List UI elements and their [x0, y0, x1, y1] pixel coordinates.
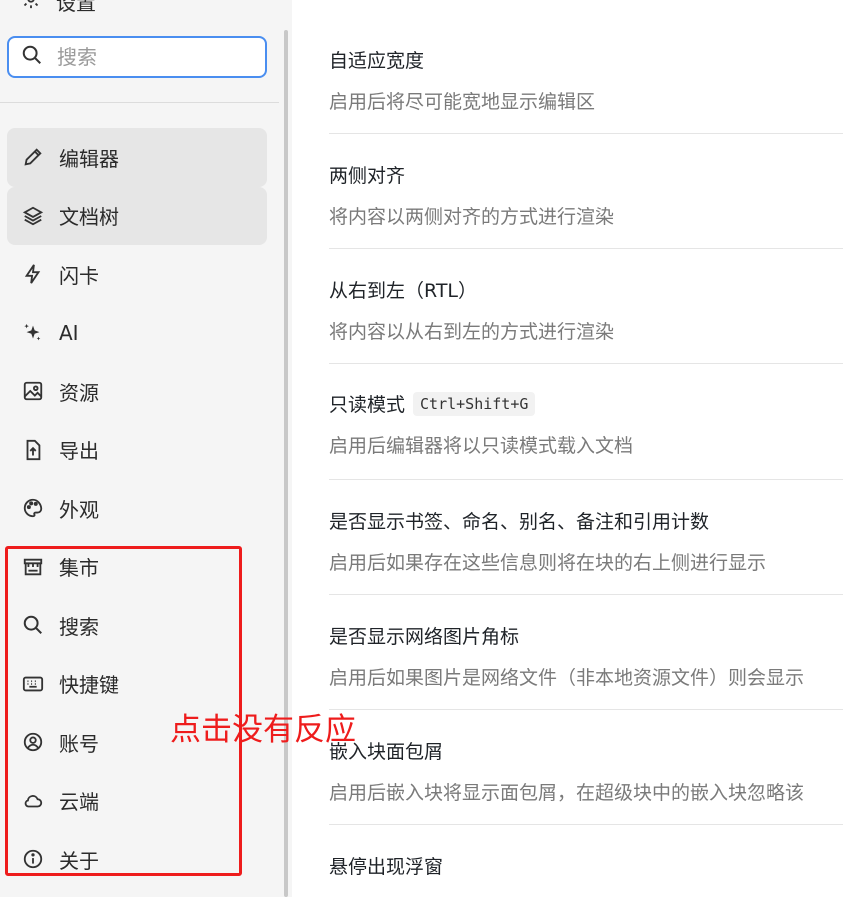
sidebar-item-export[interactable]: 导出 [7, 421, 267, 480]
sidebar-item-label: 闪卡 [59, 263, 99, 288]
sparkle-icon [21, 321, 45, 345]
setting-divider [329, 594, 843, 595]
sidebar-item-label: 快捷键 [59, 673, 119, 698]
pencil-icon [21, 145, 45, 169]
sidebar-item-editor[interactable]: 编辑器 [7, 128, 267, 187]
layers-icon [21, 204, 45, 228]
account-icon [21, 730, 45, 754]
setting-divider [329, 133, 843, 134]
setting-show-bookmark[interactable]: 是否显示书签、命名、别名、备注和引用计数 启用后如果存在这些信息则将在块的右上侧… [329, 507, 843, 595]
setting-readonly[interactable]: 只读模式 Ctrl+Shift+G 启用后编辑器将以只读模式载入文档 [329, 390, 843, 480]
sidebar-item-label: 集市 [59, 556, 99, 581]
sidebar-item-filetree[interactable]: 文档树 [7, 186, 267, 245]
setting-title: 只读模式 Ctrl+Shift+G [329, 390, 843, 417]
setting-network-image-badge[interactable]: 是否显示网络图片角标 启用后如果图片是网络文件（非本地资源文件）则会显示 [329, 622, 843, 710]
sidebar-scrollbar[interactable] [284, 30, 288, 897]
setting-description: 启用后嵌入块将显示面包屑，在超级块中的嵌入块忽略该 [329, 782, 805, 804]
settings-header-label: 设置 [56, 0, 96, 15]
search-input[interactable] [57, 45, 237, 69]
settings-content: 自适应宽度 启用后将尽可能宽地显示编辑区 两侧对齐 将内容以两侧对齐的方式进行渲… [329, 0, 843, 897]
gear-icon [20, 0, 42, 15]
setting-title: 嵌入块面包屑 [329, 741, 444, 763]
shortcut-badge: Ctrl+Shift+G [413, 391, 536, 416]
setting-divider [329, 479, 843, 480]
setting-justify[interactable]: 两侧对齐 将内容以两侧对齐的方式进行渲染 [329, 161, 843, 249]
keyboard-icon [21, 672, 45, 696]
setting-description: 启用后如果存在这些信息则将在块的右上侧进行显示 [329, 552, 767, 574]
settings-sidebar: 设置 编辑器 文档树 闪卡 [0, 0, 292, 897]
search-icon [21, 44, 43, 70]
setting-title: 自适应宽度 [329, 50, 425, 72]
image-icon [21, 379, 45, 403]
info-icon [21, 847, 45, 871]
sidebar-item-label: 外观 [59, 497, 99, 522]
palette-icon [21, 496, 45, 520]
sidebar-item-cloud[interactable]: 云端 [7, 772, 267, 831]
sidebar-item-label: 导出 [59, 439, 99, 464]
sidebar-item-appearance[interactable]: 外观 [7, 479, 267, 538]
setting-adaptive-width[interactable]: 自适应宽度 启用后将尽可能宽地显示编辑区 [329, 46, 843, 134]
sidebar-item-about[interactable]: 关于 [7, 830, 267, 889]
sidebar-item-ai[interactable]: AI [7, 304, 267, 363]
settings-nav: 编辑器 文档树 闪卡 AI 资源 导出 外观 集市 搜索 快捷键 账号 云端 关… [7, 128, 267, 889]
cloud-icon [21, 789, 45, 813]
sidebar-item-assets[interactable]: 资源 [7, 362, 267, 421]
setting-description: 将内容以从右到左的方式进行渲染 [329, 321, 615, 343]
setting-hover-popover[interactable]: 悬停出现浮窗 [329, 852, 843, 879]
sidebar-item-label: AI [59, 320, 79, 345]
setting-description: 启用后将尽可能宽地显示编辑区 [329, 91, 596, 113]
store-icon [21, 555, 45, 579]
setting-title: 是否显示网络图片角标 [329, 626, 520, 648]
search-field[interactable] [7, 36, 267, 78]
setting-divider [329, 363, 843, 364]
sidebar-divider [0, 102, 279, 103]
sidebar-item-label: 编辑器 [59, 146, 119, 171]
setting-divider [329, 824, 843, 825]
search-icon [21, 613, 45, 637]
sidebar-item-search[interactable]: 搜索 [7, 596, 267, 655]
setting-divider [329, 709, 843, 710]
sidebar-item-flashcard[interactable]: 闪卡 [7, 245, 267, 304]
setting-embed-breadcrumb[interactable]: 嵌入块面包屑 启用后嵌入块将显示面包屑，在超级块中的嵌入块忽略该 [329, 737, 843, 825]
setting-rtl[interactable]: 从右到左（RTL） 将内容以从右到左的方式进行渲染 [329, 276, 843, 364]
export-icon [21, 438, 45, 462]
setting-description: 将内容以两侧对齐的方式进行渲染 [329, 206, 615, 228]
sidebar-item-label: 关于 [59, 848, 99, 873]
setting-title-text: 只读模式 [329, 394, 406, 416]
sidebar-item-label: 账号 [59, 731, 99, 756]
setting-divider [329, 248, 843, 249]
setting-title: 从右到左（RTL） [329, 280, 478, 302]
sidebar-item-label: 搜索 [59, 614, 99, 639]
sidebar-item-label: 文档树 [59, 205, 119, 230]
sidebar-item-label: 云端 [59, 790, 99, 815]
setting-description: 启用后编辑器将以只读模式载入文档 [329, 435, 634, 457]
setting-description: 启用后如果图片是网络文件（非本地资源文件）则会显示 [329, 667, 805, 689]
setting-title: 是否显示书签、命名、别名、备注和引用计数 [329, 511, 710, 533]
sidebar-item-label: 资源 [59, 380, 99, 405]
lightning-icon [21, 262, 45, 286]
setting-title: 两侧对齐 [329, 165, 406, 187]
setting-title: 悬停出现浮窗 [329, 856, 444, 878]
settings-header: 设置 [20, 0, 96, 16]
sidebar-item-bazaar[interactable]: 集市 [7, 538, 267, 597]
